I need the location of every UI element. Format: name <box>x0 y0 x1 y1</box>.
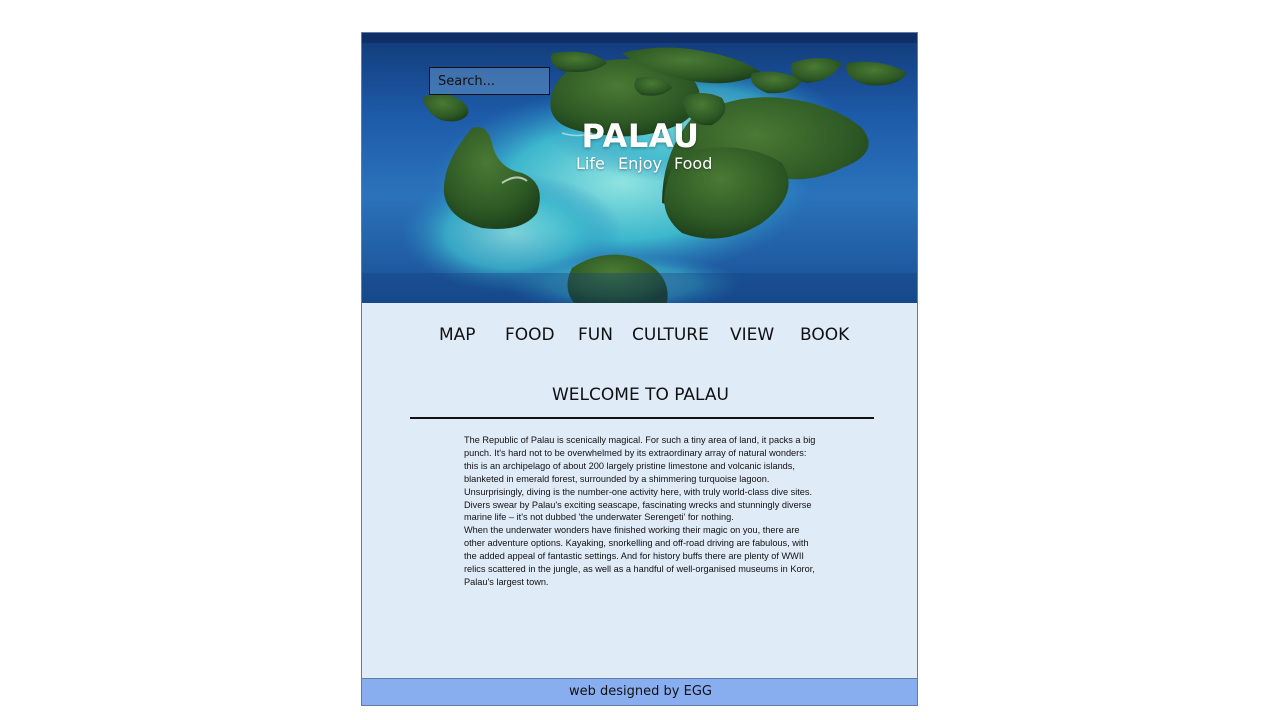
nav-item-view[interactable]: VIEW <box>730 325 774 345</box>
intro-paragraph-1: The Republic of Palau is scenically magi… <box>464 435 816 523</box>
nav-item-fun[interactable]: FUN <box>578 325 613 345</box>
nav-item-map[interactable]: MAP <box>439 325 476 345</box>
tagline-word-food: Food <box>674 154 713 173</box>
webpage-mockup: Search... PALAU Life Enjoy Food MAP FOOD… <box>361 32 918 706</box>
tagline-word-enjoy: Enjoy <box>618 154 662 173</box>
intro-text: The Republic of Palau is scenically magi… <box>464 434 820 589</box>
main-navigation: MAP FOOD FUN CULTURE VIEW BOOK <box>362 325 917 349</box>
footer-credit: web designed by EGG <box>362 678 917 705</box>
nav-item-food[interactable]: FOOD <box>505 325 555 345</box>
nav-item-book[interactable]: BOOK <box>800 325 849 345</box>
search-input[interactable]: Search... <box>429 67 550 95</box>
tagline-word-life: Life <box>576 154 605 173</box>
heading-divider <box>410 417 874 419</box>
hero-banner: Search... PALAU Life Enjoy Food <box>362 33 917 303</box>
welcome-heading: WELCOME TO PALAU <box>552 385 729 405</box>
site-title: PALAU <box>581 117 700 155</box>
intro-paragraph-2: When the underwater wonders have finishe… <box>464 525 815 587</box>
nav-item-culture[interactable]: CULTURE <box>632 325 709 345</box>
